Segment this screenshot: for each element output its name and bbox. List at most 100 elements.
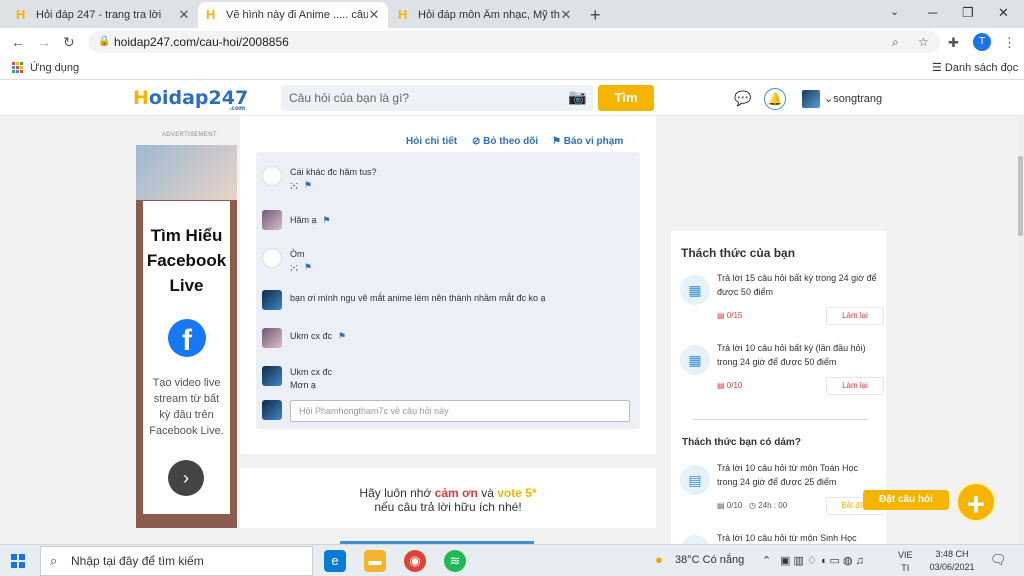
ad-arrow-button[interactable]: › [168,460,204,496]
camera-icon[interactable]: 📷 [568,88,587,106]
progress-value: 0/15 [726,311,743,320]
redo-button[interactable]: Làm lại [826,377,884,395]
commenter-avatar [262,366,282,386]
tab-search-icon[interactable]: ⌄ [890,5,899,18]
reminder-vote: vote 5* [497,486,537,500]
question-search-input[interactable]: Câu hỏi của bạn là gì? [281,85,593,111]
challenges-title: Thách thức của bạn [681,246,796,260]
comment-text: Òm ;-; ⚑ [290,248,312,274]
divider [693,419,868,420]
report-flag-icon[interactable]: ⚑ [323,215,331,225]
new-tab-plus-icon[interactable]: + [590,5,601,26]
challenge-progress: ▤ 0/10 ◷ 24h : 00 [717,501,788,510]
close-tab-icon[interactable]: ✕ [178,7,190,23]
reminder-line-1: Hãy luôn nhớ cảm ơn và vote 5* [240,486,656,500]
search-button[interactable]: Tìm [598,85,654,111]
lang-bottom: TI [901,563,910,573]
site-favicon-icon: H [206,7,216,22]
profile-avatar[interactable]: T [973,33,991,51]
comment-line: Ukm cx đc [290,367,333,377]
page-scrollbar[interactable] [1017,116,1024,544]
ask-question-plus-button[interactable]: + [955,481,997,523]
ask-question-label[interactable]: Đặt câu hỏi [863,490,949,510]
tray-chevron-icon[interactable]: ⌃ [762,554,771,567]
report-flag-icon[interactable]: ⚑ [338,331,346,341]
tab-current-question[interactable]: H Vẽ hình này đi Anime ..... câu hỏi 200… [198,2,388,28]
report-flag-icon[interactable]: ⚑ [304,180,312,190]
user-avatar[interactable] [802,90,820,108]
tab-music-art[interactable]: H Hỏi đáp môn Âm nhạc, Mỹ thuật, ... ✕ [390,2,580,28]
site-logo[interactable]: Hoidap247 .com [133,87,248,112]
comment-reply-input[interactable]: Hỏi Phamhongtham7c về câu hỏi này [290,400,630,422]
challenge-grid-icon: ▦ [680,275,710,305]
reminder-box: Hãy luôn nhớ cảm ơn và vote 5* nếu câu t… [240,468,656,528]
commenter-avatar [262,328,282,348]
comment-line: Hăm ạ [290,215,317,225]
restore-icon[interactable]: ❐ [962,5,974,21]
ask-detail-link[interactable]: Hỏi chi tiết [406,136,457,147]
back-arrow-icon[interactable]: ← [11,34,25,50]
weather-text[interactable]: 38°C Có nắng [675,554,744,566]
comment-line: ;-; [290,180,298,190]
commenter-avatar [262,290,282,310]
reload-icon[interactable]: ↻ [63,34,75,51]
tab-title: Vẽ hình này đi Anime ..... câu hỏi 20088… [226,9,368,21]
comment-line: Cái khác đc hăm tus? [290,167,377,177]
ad-body: Tạo video live stream từ bất kỳ đâu trên… [149,377,224,437]
user-menu[interactable]: ⌄songtrang [824,92,882,105]
apps-grid-icon[interactable] [12,62,23,73]
bookmark-star-icon[interactable]: ☆ [918,31,929,53]
forward-arrow-icon[interactable]: → [37,34,51,50]
notification-bell-icon[interactable]: 🔔 [764,88,786,110]
challenges-panel: Thách thức của bạn ▦ Trả lời 15 câu hỏi … [671,231,886,565]
reminder-prefix: Hãy luôn nhớ [359,486,435,500]
minimize-icon[interactable]: ─ [928,5,937,20]
question-panel: Hỏi chi tiết ⊘ Bỏ theo dõi ⚑ Báo vi phạm… [240,116,656,454]
close-tab-icon[interactable]: ✕ [368,7,380,23]
comment-line: bạn ơi mình ngu vẽ mắt anime lém nên thà… [290,293,546,303]
comment-line: ;-; [290,262,298,272]
lock-icon: 🔒 [98,36,111,47]
close-window-icon[interactable]: ✕ [998,5,1009,21]
taskbar-search-input[interactable]: ⌕ Nhập tại đây để tìm kiếm [40,546,313,576]
notifications-icon[interactable]: 🗨 [990,552,1007,568]
messages-icon[interactable]: 💬 [734,90,751,107]
chrome-icon[interactable]: ◉ [404,550,426,572]
challenge-progress: ▤ 0/10 [717,381,743,390]
unfollow-link[interactable]: ⊘ Bỏ theo dõi [472,136,538,147]
windows-start-icon[interactable] [11,554,25,568]
taskbar-search-text: Nhập tại đây để tìm kiếm [71,554,204,568]
reminder-thanks: cảm ơn [434,486,478,500]
facebook-ad[interactable]: Tìm Hiểu Facebook Live f Tạo video live … [136,145,237,528]
report-link[interactable]: ⚑ Báo vi phạm [552,136,623,147]
address-bar[interactable]: 🔒 hoidap247.com/cau-hoi/2008856 ⌕ ☆ [88,31,940,53]
file-explorer-icon[interactable]: ▬ [364,550,386,572]
report-flag-icon[interactable]: ⚑ [304,262,312,272]
math-book-icon: ▤ [680,465,710,495]
redo-button[interactable]: Làm lại [826,307,884,325]
commenter-avatar [262,248,282,268]
challenge-grid-icon: ▦ [680,345,710,375]
commenter-avatar [262,166,282,186]
url-text: hoidap247.com/cau-hoi/2008856 [114,35,289,49]
tab-hoidap-home[interactable]: H Hỏi đáp 247 - trang tra lời ✕ [8,2,198,28]
scrollbar-thumb[interactable] [1018,156,1023,236]
language-indicator[interactable]: VIE TI [898,549,913,575]
browser-tab-bar: H Hỏi đáp 247 - trang tra lời ✕ H Vẽ hìn… [0,0,1024,28]
reading-list[interactable]: ☰ Danh sách đọc [932,61,1018,74]
weather-sun-icon: ● [655,552,663,567]
comment-text: Hăm ạ ⚑ [290,214,331,227]
close-tab-icon[interactable]: ✕ [560,7,572,23]
zoom-icon[interactable]: ⌕ [892,31,899,53]
extensions-puzzle-icon[interactable]: ✚ [948,35,959,51]
spotify-icon[interactable]: ≋ [444,550,466,572]
tray-apps-icon[interactable]: ▣ ▥ ♢ ◖ ▭ ◍ ♫ [780,554,864,567]
menu-dots-icon[interactable]: ⋮ [1003,35,1016,51]
edge-icon[interactable]: e [324,550,346,572]
taskbar-clock[interactable]: 3:48 CH 03/06/2021 [922,548,982,574]
my-avatar [262,400,282,420]
comment-line: Mơn ạ [290,380,316,390]
commenter-avatar [262,210,282,230]
challenge-progress: ▤ 0/15 [717,311,743,320]
apps-bookmark[interactable]: Ứng dụng [30,62,79,74]
